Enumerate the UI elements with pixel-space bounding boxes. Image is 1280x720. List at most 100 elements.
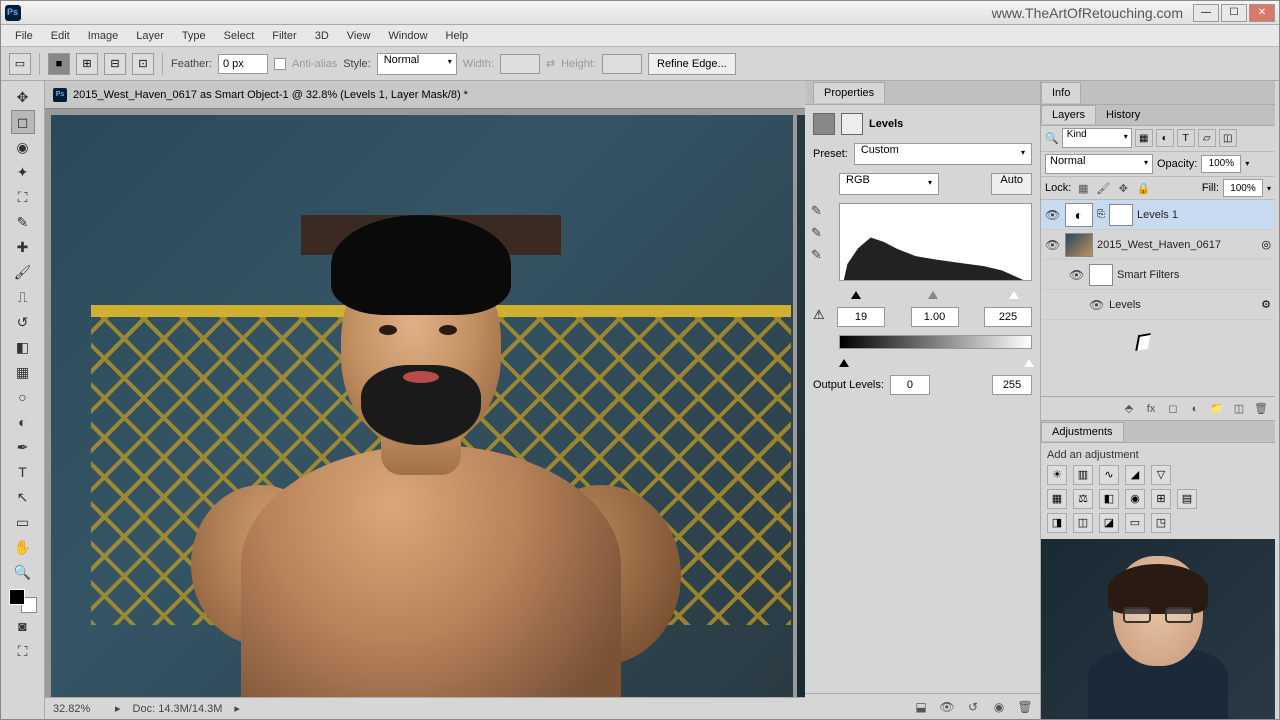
zoom-tool-icon[interactable]: 🔍: [11, 560, 35, 584]
info-panel-tab[interactable]: Info: [1041, 81, 1275, 105]
input-black[interactable]: [837, 307, 885, 327]
add-mask-icon[interactable]: ◻: [1165, 401, 1181, 417]
filter-adj-icon[interactable]: ◐: [1156, 129, 1174, 147]
new-group-icon[interactable]: 📁: [1209, 401, 1225, 417]
filter-kind-select[interactable]: Kind: [1062, 128, 1132, 148]
layer-levels1[interactable]: 👁 ◐ ⎘ Levels 1: [1041, 200, 1275, 230]
feather-input[interactable]: [218, 54, 268, 74]
visibility-icon[interactable]: 👁: [1089, 298, 1105, 312]
menu-3d[interactable]: 3D: [307, 28, 337, 44]
lasso-tool-icon[interactable]: ◉: [11, 135, 35, 159]
gray-eyedropper-icon[interactable]: ✎: [811, 225, 829, 243]
marquee-tool-icon[interactable]: ◻: [11, 110, 35, 134]
filter-type-icon[interactable]: T: [1177, 129, 1195, 147]
quickmask-icon[interactable]: ◙: [11, 614, 35, 638]
filter-pixel-icon[interactable]: ▦: [1135, 129, 1153, 147]
reset-icon[interactable]: ↺: [964, 699, 982, 715]
layer-name[interactable]: Levels 1: [1137, 209, 1271, 221]
lock-position-icon[interactable]: ✥: [1115, 180, 1131, 196]
layer-name[interactable]: 2015_West_Haven_0617: [1097, 239, 1257, 251]
status-caret-icon[interactable]: ▸: [234, 702, 240, 715]
layers-tab[interactable]: Layers: [1041, 105, 1096, 124]
layer-smartfilters[interactable]: 👁 Smart Filters: [1041, 260, 1275, 290]
output-black[interactable]: [890, 375, 930, 395]
menu-image[interactable]: Image: [80, 28, 127, 44]
levels-icon[interactable]: ▥: [1073, 465, 1093, 485]
output-slider[interactable]: [839, 357, 1032, 367]
wand-tool-icon[interactable]: ✦: [11, 160, 35, 184]
intersect-selection-icon[interactable]: ⊡: [132, 53, 154, 75]
bw-icon[interactable]: ◧: [1099, 489, 1119, 509]
brightness-icon[interactable]: ☀: [1047, 465, 1067, 485]
filter-shape-icon[interactable]: ▱: [1198, 129, 1216, 147]
output-white[interactable]: [992, 375, 1032, 395]
input-mid[interactable]: [911, 307, 959, 327]
blend-mode-select[interactable]: Normal: [1045, 154, 1153, 174]
channel-select[interactable]: RGB: [839, 173, 939, 195]
new-selection-icon[interactable]: ■: [48, 53, 70, 75]
invert-icon[interactable]: ◨: [1047, 513, 1067, 533]
lookup-icon[interactable]: ▤: [1177, 489, 1197, 509]
output-gradient[interactable]: [839, 335, 1032, 349]
menu-select[interactable]: Select: [216, 28, 263, 44]
lock-transparent-icon[interactable]: ▦: [1075, 180, 1091, 196]
curves-icon[interactable]: ∿: [1099, 465, 1119, 485]
histogram[interactable]: [839, 203, 1032, 281]
hand-tool-icon[interactable]: ✋: [11, 535, 35, 559]
menu-filter[interactable]: Filter: [264, 28, 304, 44]
menu-view[interactable]: View: [339, 28, 379, 44]
preset-select[interactable]: Custom: [854, 143, 1032, 165]
input-white[interactable]: [984, 307, 1032, 327]
menu-file[interactable]: File: [7, 28, 41, 44]
chan-mixer-icon[interactable]: ⊞: [1151, 489, 1171, 509]
menu-window[interactable]: Window: [380, 28, 435, 44]
input-slider[interactable]: [839, 289, 1032, 299]
photo-filter-icon[interactable]: ◉: [1125, 489, 1145, 509]
tool-preset-icon[interactable]: ▭: [9, 53, 31, 75]
visibility-icon[interactable]: 👁: [1045, 208, 1061, 222]
antialias-checkbox[interactable]: [274, 58, 286, 70]
document-tab[interactable]: Ps 2015_West_Haven_0617 as Smart Object-…: [45, 81, 805, 109]
move-tool-icon[interactable]: ✥: [11, 85, 35, 109]
clip-warning-icon[interactable]: ⚠: [813, 307, 833, 327]
filter-smart-icon[interactable]: ◫: [1219, 129, 1237, 147]
layer-smartobj[interactable]: 👁 2015_West_Haven_0617 ◎: [1041, 230, 1275, 260]
layer-name[interactable]: Levels: [1109, 299, 1257, 311]
brush-tool-icon[interactable]: 🖌: [11, 260, 35, 284]
mask-icon[interactable]: [841, 113, 863, 135]
view-previous-icon[interactable]: 👁: [938, 699, 956, 715]
screenmode-icon[interactable]: ⛶: [11, 639, 35, 663]
fill-input[interactable]: [1223, 179, 1263, 197]
canvas-area[interactable]: [45, 109, 805, 697]
filter-mask-thumb[interactable]: [1089, 264, 1113, 286]
subtract-selection-icon[interactable]: ⊟: [104, 53, 126, 75]
pen-tool-icon[interactable]: ✒: [11, 435, 35, 459]
zoom-level[interactable]: 32.82%: [53, 703, 103, 715]
visibility-icon[interactable]: 👁: [1045, 238, 1061, 252]
lock-pixels-icon[interactable]: 🖌: [1095, 180, 1111, 196]
colbal-icon[interactable]: ⚖: [1073, 489, 1093, 509]
eyedropper-tool-icon[interactable]: ✎: [11, 210, 35, 234]
auto-button[interactable]: Auto: [991, 173, 1032, 195]
threshold-icon[interactable]: ◪: [1099, 513, 1119, 533]
add-selection-icon[interactable]: ⊞: [76, 53, 98, 75]
color-swatch[interactable]: [9, 589, 37, 613]
visibility-icon[interactable]: 👁: [1069, 268, 1085, 282]
toggle-visibility-icon[interactable]: ◉: [990, 699, 1008, 715]
blur-tool-icon[interactable]: ○: [11, 385, 35, 409]
refine-edge-button[interactable]: Refine Edge...: [648, 53, 736, 75]
status-arrow-icon[interactable]: ▸: [115, 702, 121, 715]
hue-icon[interactable]: ▦: [1047, 489, 1067, 509]
properties-tab[interactable]: Properties: [805, 81, 1040, 105]
canvas[interactable]: [51, 115, 793, 697]
style-select[interactable]: Normal: [377, 53, 457, 75]
new-adj-icon[interactable]: ◐: [1187, 401, 1203, 417]
lock-all-icon[interactable]: 🔒: [1135, 180, 1151, 196]
minimize-button[interactable]: —: [1193, 4, 1219, 22]
menu-edit[interactable]: Edit: [43, 28, 78, 44]
history-brush-icon[interactable]: ↺: [11, 310, 35, 334]
crop-tool-icon[interactable]: ⛶: [11, 185, 35, 209]
type-tool-icon[interactable]: T: [11, 460, 35, 484]
exposure-icon[interactable]: ◢: [1125, 465, 1145, 485]
filter-settings-icon[interactable]: ⚙: [1261, 298, 1271, 311]
